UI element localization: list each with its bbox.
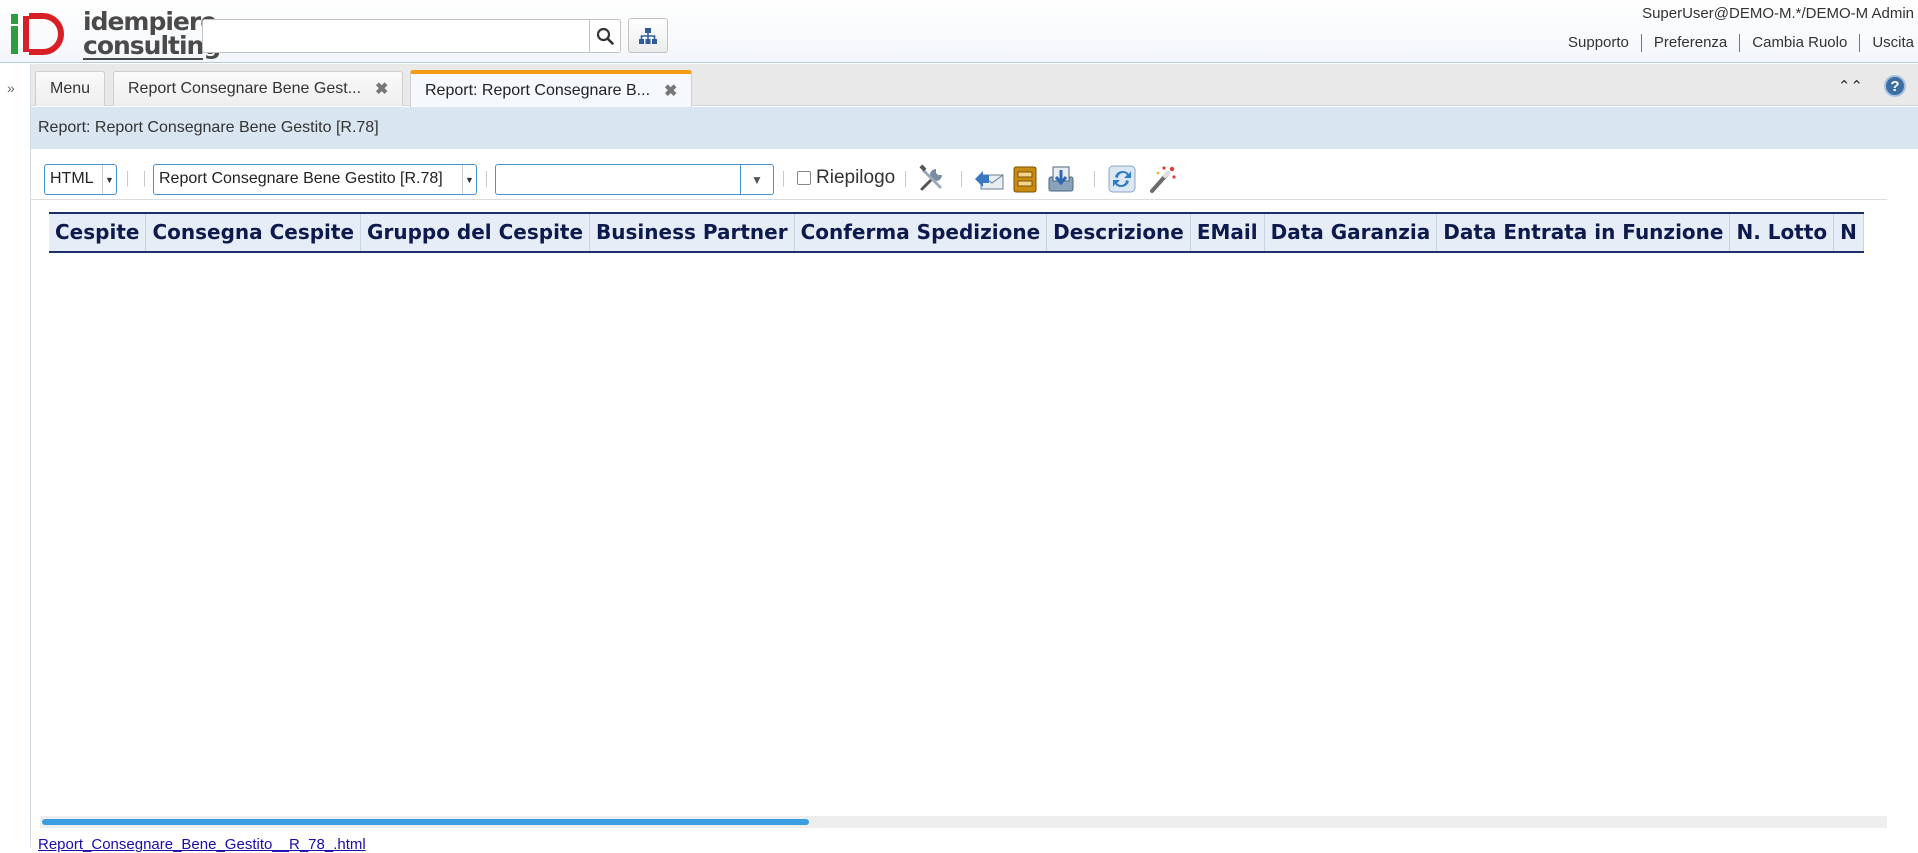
send-mail-icon[interactable] — [973, 163, 1005, 195]
format-select[interactable]: HTML ▼ — [44, 164, 117, 195]
logo-underline — [83, 58, 203, 60]
expand-panel-icon[interactable]: » — [7, 80, 15, 96]
column-header: Gruppo del Cespite — [360, 213, 591, 252]
window-tabbar: Menu Report Consegnare Bene Gest... ✖ Re… — [31, 64, 1918, 107]
column-header: N — [1833, 213, 1864, 252]
chevron-down-icon: ▼ — [102, 165, 116, 194]
tab-report-params[interactable]: Report Consegnare Bene Gest... ✖ — [113, 71, 404, 106]
report-select[interactable]: Report Consegnare Bene Gestito [R.78] ▼ — [153, 164, 477, 195]
idempiere-logo[interactable]: idempiere consulting — [9, 9, 221, 60]
summary-label: Riepilogo — [816, 167, 896, 188]
export-icon[interactable] — [1045, 163, 1077, 195]
report-value: Report Consegnare Bene Gestito [R.78] — [159, 170, 443, 187]
menu-tree-button[interactable] — [628, 18, 668, 53]
toolbar-separator — [486, 171, 487, 187]
tools-icon[interactable] — [916, 163, 948, 195]
column-header: Conferma Spedizione — [794, 213, 1048, 252]
chevron-down-icon[interactable]: ▼ — [740, 165, 773, 194]
search-button[interactable] — [589, 19, 621, 53]
archive-icon[interactable] — [1009, 163, 1041, 195]
report-content: Cespite Consegna Cespite Gruppo del Cesp… — [49, 212, 1887, 253]
toolbar-separator — [905, 171, 906, 187]
tab-label: Menu — [50, 80, 91, 97]
toolbar-separator — [961, 171, 962, 187]
column-header: Business Partner — [589, 213, 795, 252]
app-header: idempiere consulting SuperUser@DEMO-M.*/… — [0, 0, 1918, 63]
tab-menu[interactable]: Menu — [35, 71, 106, 106]
close-icon[interactable]: ✖ — [375, 79, 388, 99]
header-links: Supporto Preferenza Cambia Ruolo Uscita — [1556, 34, 1914, 52]
toolbar-separator — [127, 171, 128, 187]
refresh-icon[interactable] — [1106, 163, 1138, 195]
toolbar-separator — [783, 171, 784, 187]
column-header: Data Garanzia — [1264, 213, 1438, 252]
search-icon — [596, 27, 614, 45]
link-supporto[interactable]: Supporto — [1556, 34, 1641, 52]
column-header: Descrizione — [1046, 213, 1191, 252]
wizard-icon[interactable] — [1146, 163, 1178, 195]
column-header: EMail — [1190, 213, 1265, 252]
sitemap-icon — [639, 27, 657, 44]
link-uscita[interactable]: Uscita — [1859, 34, 1914, 52]
logo-text: idempiere consulting — [83, 7, 221, 60]
toolbar-separator — [144, 171, 145, 187]
link-preferenza[interactable]: Preferenza — [1640, 34, 1739, 52]
close-icon[interactable]: ✖ — [664, 81, 677, 101]
report-toolbar: HTML ▼ Report Consegnare Bene Gestito [R… — [31, 150, 1887, 200]
column-header: N. Lotto — [1729, 213, 1835, 252]
horizontal-scrollbar[interactable] — [40, 816, 1887, 828]
help-icon[interactable]: ? — [1884, 75, 1906, 97]
user-role-label: SuperUser@DEMO-M.*/DEMO-M Admin — [1642, 5, 1914, 22]
chevron-down-icon: ▼ — [462, 165, 476, 194]
tab-label: Report: Report Consegnare B... — [425, 81, 651, 99]
report-table: Cespite Consegna Cespite Gruppo del Cesp… — [49, 212, 1864, 253]
column-header: Data Entrata in Funzione — [1436, 213, 1731, 252]
page-title: Report: Report Consegnare Bene Gestito [… — [31, 107, 1918, 149]
toolbar-separator — [1094, 171, 1095, 187]
scrollbar-thumb[interactable] — [42, 819, 809, 825]
link-cambia-ruolo[interactable]: Cambia Ruolo — [1739, 34, 1859, 52]
summary-checkbox[interactable] — [797, 171, 811, 185]
collapse-up-icon[interactable]: ⌃⌃ — [1838, 77, 1863, 95]
id-logo-icon — [11, 13, 64, 55]
tab-label: Report Consegnare Bene Gest... — [128, 80, 362, 97]
column-header: Cespite — [49, 213, 147, 252]
table-header-row: Cespite Consegna Cespite Gruppo del Cesp… — [49, 213, 1864, 252]
report-file-link[interactable]: Report_Consegnare_Bene_Gestito__R_78_.ht… — [38, 836, 366, 853]
format-value: HTML — [50, 170, 94, 187]
column-header: Consegna Cespite — [145, 213, 362, 252]
global-search-input[interactable] — [202, 19, 590, 53]
tab-report-viewer[interactable]: Report: Report Consegnare B... ✖ — [410, 70, 693, 107]
left-collapsed-panel: » — [0, 64, 31, 847]
print-format-combo[interactable]: ▼ — [495, 164, 774, 195]
